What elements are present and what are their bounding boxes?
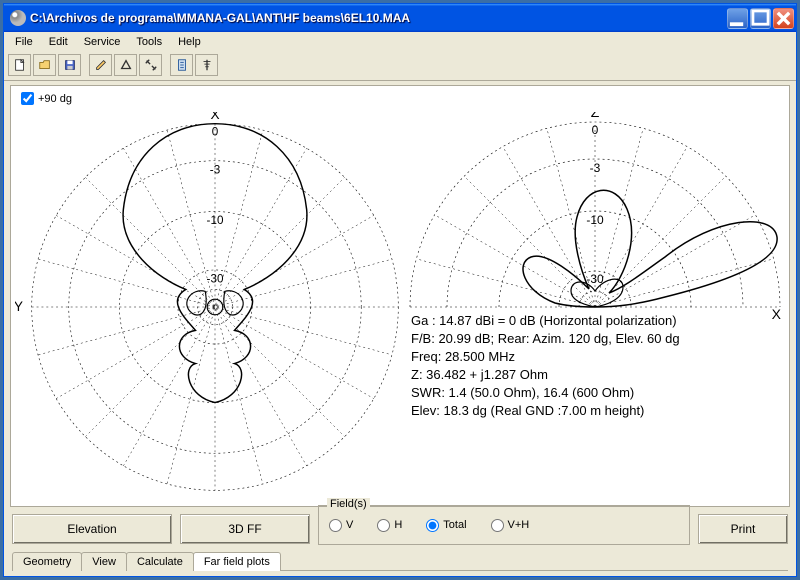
maximize-button[interactable] [750, 8, 771, 29]
radio-h[interactable]: H [377, 519, 402, 532]
radio-v[interactable]: V [329, 519, 353, 532]
menu-tools[interactable]: Tools [129, 34, 169, 50]
radio-total[interactable]: Total [426, 519, 466, 532]
tab-strip: Geometry View Calculate Far field plots [10, 552, 790, 571]
info-swr: SWR: 1.4 (50.0 Ohm), 16.4 (600 Ohm) [411, 384, 680, 402]
pencil-icon[interactable] [89, 54, 112, 76]
menu-help[interactable]: Help [171, 34, 208, 50]
window-title: C:\Archivos de programa\MMANA-GAL\ANT\HF… [30, 11, 725, 25]
open-file-icon[interactable] [33, 54, 56, 76]
rotate-90-input[interactable] [21, 92, 34, 105]
save-file-icon[interactable] [58, 54, 81, 76]
document-icon[interactable] [170, 54, 193, 76]
close-button[interactable] [773, 8, 794, 29]
azimuth-plot: 0 -3 -10 -30 X Y [15, 112, 415, 502]
minimize-button[interactable] [727, 8, 748, 29]
svg-text:X: X [772, 306, 782, 322]
axis-y-label: Y [15, 299, 23, 314]
svg-text:Z: Z [591, 112, 600, 120]
ring-label-10: -10 [207, 214, 224, 227]
info-freq: Freq: 28.500 MHz [411, 348, 680, 366]
radio-vh[interactable]: V+H [491, 519, 530, 532]
tab-farfield[interactable]: Far field plots [193, 552, 281, 571]
rotate-90-checkbox[interactable]: +90 dg [21, 92, 72, 105]
tools-icon[interactable] [139, 54, 162, 76]
menubar: File Edit Service Tools Help [4, 32, 796, 52]
fields-fieldset: Field(s) V H Total V+H [318, 505, 690, 545]
info-fb: F/B: 20.99 dB; Rear: Azim. 120 dg, Elev.… [411, 330, 680, 348]
elevation-button[interactable]: Elevation [12, 514, 172, 544]
titlebar: C:\Archivos de programa\MMANA-GAL\ANT\HF… [4, 4, 796, 32]
print-button[interactable]: Print [698, 514, 788, 544]
tab-calculate[interactable]: Calculate [126, 552, 194, 571]
menu-service[interactable]: Service [77, 34, 128, 50]
tab-view[interactable]: View [81, 552, 127, 571]
info-ga: Ga : 14.87 dBi = 0 dB (Horizontal polari… [411, 312, 680, 330]
svg-text:0: 0 [592, 123, 599, 137]
ring-label-3: -3 [210, 163, 220, 176]
elevation-plot: 0 -3 -10 -30 Z X Ga : 14.87 dBi = 0 d [405, 112, 785, 502]
toolbar [4, 52, 796, 81]
axis-x-label: X [210, 112, 219, 122]
plot-frame: +90 dg [10, 85, 790, 507]
ring-label-30: -30 [207, 273, 224, 286]
app-window: C:\Archivos de programa\MMANA-GAL\ANT\HF… [3, 3, 797, 577]
bottom-bar: Elevation 3D FF Field(s) V H Total V+H P… [10, 507, 790, 551]
elevation-pattern [523, 190, 777, 307]
svg-text:-3: -3 [590, 161, 601, 175]
triangle-icon[interactable] [114, 54, 137, 76]
info-block: Ga : 14.87 dBi = 0 dB (Horizontal polari… [411, 312, 680, 420]
svg-text:-10: -10 [586, 213, 604, 227]
3dff-button[interactable]: 3D FF [180, 514, 310, 544]
fieldset-legend: Field(s) [327, 498, 370, 510]
menu-file[interactable]: File [8, 34, 40, 50]
app-icon [10, 10, 26, 26]
info-elev: Elev: 18.3 dg (Real GND :7.00 m height) [411, 402, 680, 420]
menu-edit[interactable]: Edit [42, 34, 75, 50]
new-file-icon[interactable] [8, 54, 31, 76]
info-z: Z: 36.482 + j1.287 Ohm [411, 366, 680, 384]
tab-geometry[interactable]: Geometry [12, 552, 82, 571]
content-area: +90 dg [4, 81, 796, 576]
ring-label-0: 0 [212, 125, 219, 138]
antenna-icon[interactable] [195, 54, 218, 76]
rotate-90-label: +90 dg [38, 93, 72, 105]
